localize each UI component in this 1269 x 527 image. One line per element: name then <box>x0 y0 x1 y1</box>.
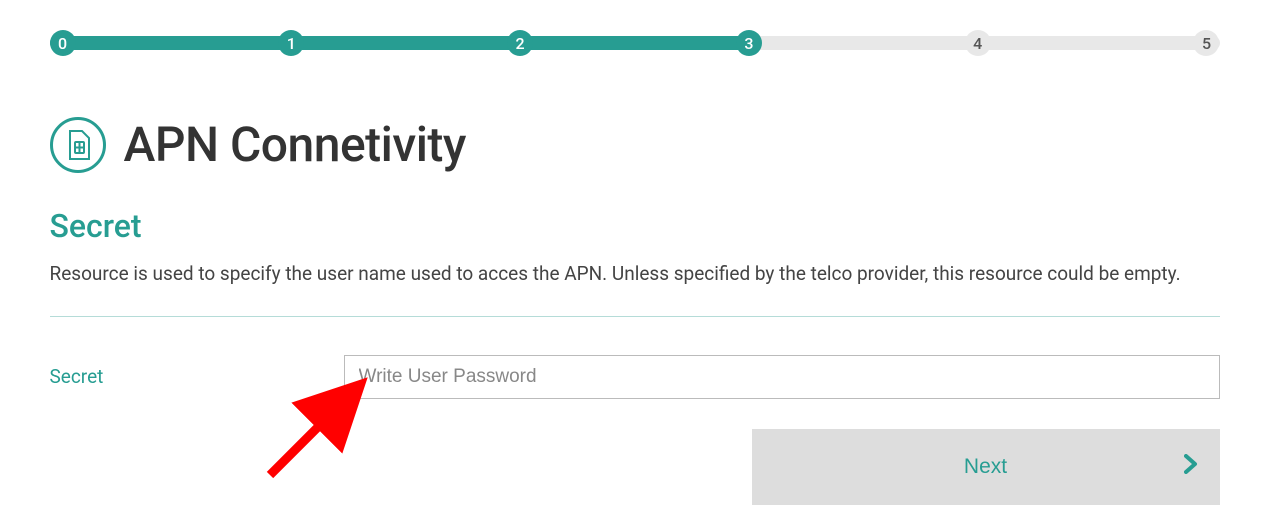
step-1[interactable]: 1 <box>278 30 304 56</box>
step-0[interactable]: 0 <box>50 30 76 56</box>
step-4[interactable]: 4 <box>965 30 991 56</box>
page-title: APN Connetivity <box>124 116 466 173</box>
progress-stepper: 0 1 2 3 4 5 <box>50 30 1220 56</box>
secret-label: Secret <box>50 365 344 388</box>
chevron-right-icon <box>1184 454 1198 480</box>
section-heading: Secret <box>50 207 1220 245</box>
secret-form-row: Secret <box>50 355 1220 399</box>
step-3[interactable]: 3 <box>736 30 762 56</box>
separator <box>50 316 1220 317</box>
secret-input[interactable] <box>344 355 1220 399</box>
next-button[interactable]: Next <box>752 429 1220 505</box>
step-5[interactable]: 5 <box>1193 30 1219 56</box>
sim-card-icon <box>50 117 106 173</box>
step-2[interactable]: 2 <box>507 30 533 56</box>
section-description: Resource is used to specify the user nam… <box>50 261 1220 288</box>
next-button-label: Next <box>964 455 1007 479</box>
title-row: APN Connetivity <box>50 116 1220 173</box>
